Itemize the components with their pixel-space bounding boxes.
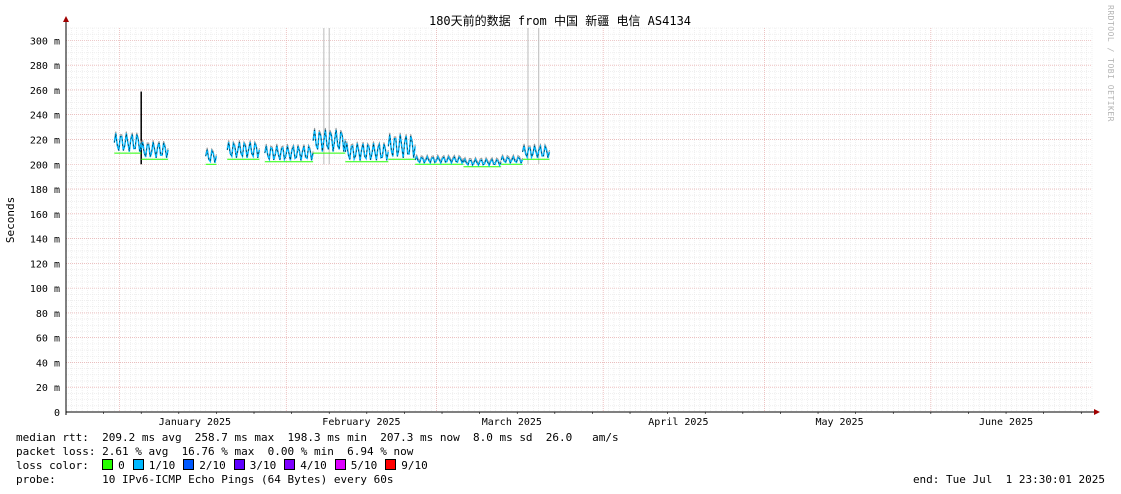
y-tick-label: 220 m [30, 135, 60, 146]
loss-color-swatch [284, 459, 296, 470]
y-axis-ticks: 0 20 m 40 m 60 m 80 m 100 m 120 m 140 m 160 m 180… [30, 36, 60, 419]
y-tick-label: 160 m [30, 210, 60, 221]
x-tick-label: May 2025 [815, 417, 863, 428]
loss-color-value: 9/10 [401, 459, 428, 472]
loss-color-value: 5/10 [350, 459, 378, 472]
y-tick-label: 280 m [30, 61, 60, 72]
loss-color-value: 4/10 [300, 459, 327, 472]
loss-color-value: 3/10 [249, 459, 277, 472]
x-axis-arrow [1094, 409, 1100, 415]
y-tick-label: 80 m [36, 309, 60, 320]
chart-title: 180天前的数据 from 中国 新疆 电信 AS4134 [429, 13, 691, 28]
y-axis-arrow [63, 16, 69, 22]
loss-color-item: 0 [102, 459, 125, 472]
y-tick-label: 260 m [30, 86, 60, 97]
loss-color-swatch [233, 459, 245, 470]
x-tick-label: March 2025 [482, 417, 542, 428]
loss-color-item: 2/10 [183, 459, 226, 472]
y-tick-label: 60 m [36, 334, 60, 345]
y-tick-label: 40 m [36, 358, 60, 369]
grid [65, 27, 1093, 412]
x-tick-label: June 2025 [979, 417, 1033, 428]
median-rtt-line: median rtt: 209.2 ms avg 258.7 ms max 19… [16, 431, 619, 444]
y-tick-label: 0 [54, 408, 60, 419]
latency-chart: 0 20 m 40 m 60 m 80 m 100 m 120 m 140 m 160 m 180… [4, 13, 1100, 428]
y-axis-label: Seconds [4, 197, 17, 243]
packet-loss-line: packet loss: 2.61 % avg 16.76 % max 0.00… [16, 445, 414, 458]
rrdtool-watermark: RRDTOOL / TOBI OETIKER [1106, 5, 1115, 122]
loss-color-item: 4/10 [284, 459, 327, 472]
y-tick-label: 300 m [30, 36, 60, 47]
x-axis-ticks: January 2025 February 2025 March 2025 April… [159, 417, 1033, 428]
loss-color-swatch [132, 459, 144, 470]
loss-color-swatch [183, 459, 195, 470]
axes [63, 16, 1100, 415]
loss-color-value: 2/10 [199, 459, 226, 472]
loss-color-item: 1/10 [132, 459, 176, 472]
y-tick-label: 200 m [30, 160, 60, 171]
y-tick-label: 100 m [30, 284, 60, 295]
y-tick-label: 20 m [36, 383, 60, 394]
loss-color-item: 9/10 [385, 459, 428, 472]
y-tick-label: 240 m [30, 111, 60, 122]
loss-color-item: 3/10 [233, 459, 277, 472]
y-tick-label: 180 m [30, 185, 60, 196]
loss-color-swatch [385, 459, 397, 470]
x-tick-label: January 2025 [159, 417, 231, 428]
probe-line: probe: 10 IPv6-ICMP Echo Pings (64 Bytes… [16, 473, 394, 486]
loss-color-swatch [334, 459, 346, 470]
loss-color-items: 0 1/10 2/10 3/10 4/10 5/10 9/10 [102, 459, 436, 472]
loss-color-value: 0 [118, 459, 125, 472]
x-tick-label: April 2025 [648, 417, 708, 428]
loss-color-label: loss color: [16, 459, 89, 472]
end-time: end: Tue Jul 1 23:30:01 2025 [912, 473, 1105, 486]
y-tick-label: 140 m [30, 235, 60, 246]
loss-color-value: 1/10 [148, 459, 176, 472]
y-tick-label: 120 m [30, 259, 60, 270]
loss-color-legend: loss color: 0 1/10 2/10 3/10 4/10 5/10 9/10 [16, 459, 436, 473]
loss-color-swatch [102, 459, 114, 470]
loss-color-item: 5/10 [334, 459, 378, 472]
x-tick-label: February 2025 [322, 417, 400, 428]
